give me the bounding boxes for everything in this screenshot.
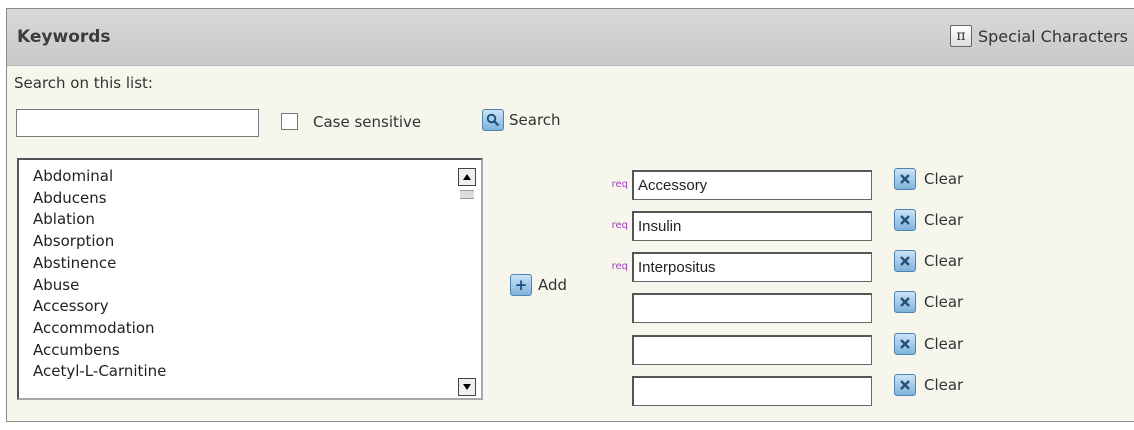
scroll-up-button[interactable] [458, 168, 476, 186]
close-icon [894, 168, 916, 190]
list-item[interactable]: Accessory [33, 296, 166, 318]
required-marker: req [611, 261, 628, 272]
keyword-list[interactable]: Abdominal Abducens Ablation Absorption Absti… [17, 158, 483, 400]
list-item[interactable]: Acetyl-L-Carnitine [33, 361, 166, 383]
list-item[interactable]: Ablation [33, 209, 166, 231]
special-characters-button[interactable]: π Special Characters [949, 23, 1128, 49]
list-scrollbar[interactable] [458, 168, 476, 396]
magnifier-icon [482, 109, 504, 131]
clear-button[interactable]: Clear [894, 291, 963, 313]
keyword-field[interactable] [632, 170, 872, 200]
close-icon [894, 250, 916, 272]
list-item[interactable]: Abuse [33, 275, 166, 297]
clear-button-label: Clear [924, 293, 964, 311]
clear-button[interactable]: Clear [894, 250, 963, 272]
search-input[interactable] [16, 109, 259, 137]
clear-button[interactable]: Clear [894, 333, 963, 355]
list-item[interactable]: Abdominal [33, 166, 166, 188]
close-icon [894, 291, 916, 313]
scroll-down-button[interactable] [458, 378, 476, 396]
scroll-thumb[interactable] [460, 190, 474, 199]
clear-button[interactable]: Clear [894, 374, 963, 396]
arrow-down-icon [463, 384, 471, 390]
add-button[interactable]: + Add [510, 274, 567, 296]
case-sensitive-checkbox[interactable] [281, 113, 298, 130]
close-icon [894, 374, 916, 396]
list-item[interactable]: Abstinence [33, 253, 166, 275]
keyword-field[interactable] [632, 211, 872, 241]
special-characters-label: Special Characters [977, 26, 1128, 46]
keyword-field[interactable] [632, 335, 872, 365]
clear-button[interactable]: Clear [894, 209, 963, 231]
keyword-field[interactable] [632, 376, 872, 406]
close-icon [894, 209, 916, 231]
list-item[interactable]: Accommodation [33, 318, 166, 340]
pi-icon: π [949, 25, 972, 47]
required-marker: req [611, 179, 628, 190]
add-button-label: Add [538, 276, 568, 294]
clear-button-label: Clear [924, 252, 964, 270]
case-sensitive-label: Case sensitive [313, 113, 422, 131]
clear-button-label: Clear [924, 170, 964, 188]
search-button[interactable]: Search [482, 107, 561, 133]
clear-button-label: Clear [924, 376, 964, 394]
close-icon [894, 333, 916, 355]
clear-button-label: Clear [924, 211, 964, 229]
clear-button-label: Clear [924, 335, 964, 353]
search-list-label: Search on this list: [14, 74, 153, 92]
list-item[interactable]: Absorption [33, 231, 166, 253]
arrow-up-icon [463, 174, 471, 180]
search-button-label: Search [509, 111, 561, 129]
keyword-field[interactable] [632, 293, 872, 323]
list-item[interactable]: Accumbens [33, 340, 166, 362]
required-marker: req [611, 220, 628, 231]
keyword-field[interactable] [632, 252, 872, 282]
panel-header: Keywords π Special Characters [7, 9, 1134, 66]
list-item[interactable]: Abducens [33, 188, 166, 210]
plus-icon: + [510, 274, 532, 296]
keyword-list-items: Abdominal Abducens Ablation Absorption Absti… [33, 166, 166, 383]
panel-title: Keywords [17, 27, 111, 47]
clear-button[interactable]: Clear [894, 168, 963, 190]
